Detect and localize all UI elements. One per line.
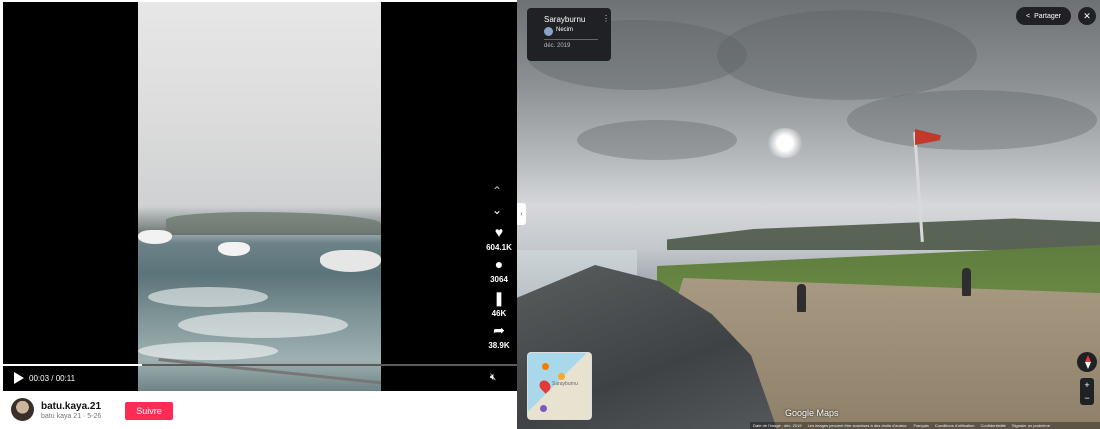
capture-date: déc. 2019 bbox=[544, 43, 571, 49]
footer-item[interactable]: Conditions d'utilisation bbox=[935, 423, 975, 428]
video-panel: ⌃ ⌄ ♥ 604.1K ● 3064 ❚ 46K ➦ 38.9K 00:03 … bbox=[0, 0, 517, 429]
video-frame bbox=[138, 2, 381, 391]
footer-item: Les images peuvent être soumises à des d… bbox=[807, 423, 908, 428]
compass-icon[interactable] bbox=[1077, 352, 1097, 372]
footer-item[interactable]: Confidentialité bbox=[981, 423, 1006, 428]
contributor-avatar bbox=[544, 27, 553, 36]
boat bbox=[218, 242, 250, 256]
like-button[interactable]: ♥ 604.1K bbox=[481, 224, 517, 252]
close-icon[interactable]: ✕ bbox=[1078, 7, 1096, 25]
comment-icon: ● bbox=[494, 256, 504, 272]
share-count: 38.9K bbox=[488, 341, 510, 350]
chevron-down-icon[interactable]: ⌄ bbox=[492, 204, 502, 216]
share-icon: < bbox=[1026, 12, 1031, 20]
share-icon: ➦ bbox=[493, 322, 505, 338]
contributor-name[interactable]: Necim bbox=[556, 27, 573, 33]
progress-bar[interactable] bbox=[3, 364, 517, 366]
location-pin-icon bbox=[537, 378, 553, 394]
follow-button[interactable]: Suivre bbox=[125, 402, 173, 420]
more-icon[interactable]: ⋮ bbox=[602, 14, 610, 23]
poi-icon bbox=[542, 363, 549, 370]
share-map-button[interactable]: < Partager bbox=[1016, 7, 1071, 25]
footer-item: Date de l'image : déc. 2019 bbox=[753, 423, 802, 428]
chevron-left-icon[interactable]: ‹ bbox=[517, 203, 526, 225]
user-subline: batu kaya 21 · 5-26 bbox=[41, 413, 102, 420]
minimap-label: Sarayburnu bbox=[552, 381, 578, 387]
bookmark-count: 46K bbox=[491, 309, 507, 318]
bookmark-icon: ❚ bbox=[493, 290, 505, 306]
map-footer: Date de l'image : déc. 2019 Les images p… bbox=[750, 422, 1100, 429]
poi-icon bbox=[540, 405, 547, 412]
footer-item[interactable]: Signaler un problème bbox=[1012, 423, 1050, 428]
zoom-in-button[interactable]: + bbox=[1084, 380, 1089, 390]
avatar[interactable] bbox=[11, 398, 34, 421]
username[interactable]: batu.kaya.21 bbox=[41, 401, 101, 412]
heart-icon: ♥ bbox=[494, 224, 504, 240]
zoom-out-button[interactable]: − bbox=[1084, 393, 1089, 403]
person bbox=[962, 268, 971, 296]
street-view[interactable]: Sarayburnu ⋮ Necim déc. 2019 < Partager … bbox=[517, 0, 1100, 429]
place-title[interactable]: Sarayburnu bbox=[544, 15, 585, 24]
play-icon[interactable] bbox=[14, 372, 24, 384]
zoom-control: + − bbox=[1080, 378, 1094, 405]
minimap[interactable]: Sarayburnu bbox=[527, 352, 592, 420]
like-count: 604.1K bbox=[486, 243, 512, 252]
poi-icon bbox=[558, 373, 565, 380]
share-button[interactable]: ➦ 38.9K bbox=[481, 322, 517, 350]
comment-button[interactable]: ● 3064 bbox=[481, 256, 517, 284]
chevron-up-icon[interactable]: ⌃ bbox=[492, 185, 502, 197]
person bbox=[797, 284, 806, 312]
bookmark-button[interactable]: ❚ 46K bbox=[481, 290, 517, 318]
mute-icon[interactable]: 🔇︎ bbox=[490, 372, 496, 383]
time-display: 00:03 / 00:11 bbox=[29, 374, 76, 383]
location-card: Sarayburnu ⋮ Necim déc. 2019 bbox=[527, 8, 611, 61]
comment-count: 3064 bbox=[490, 275, 508, 284]
boat bbox=[320, 250, 381, 272]
boat bbox=[138, 230, 172, 244]
video-player[interactable]: ⌃ ⌄ ♥ 604.1K ● 3064 ❚ 46K ➦ 38.9K bbox=[3, 2, 517, 391]
google-maps-logo: Google Maps bbox=[785, 408, 839, 418]
footer-item[interactable]: Français bbox=[914, 423, 929, 428]
share-label: Partager bbox=[1034, 12, 1061, 20]
